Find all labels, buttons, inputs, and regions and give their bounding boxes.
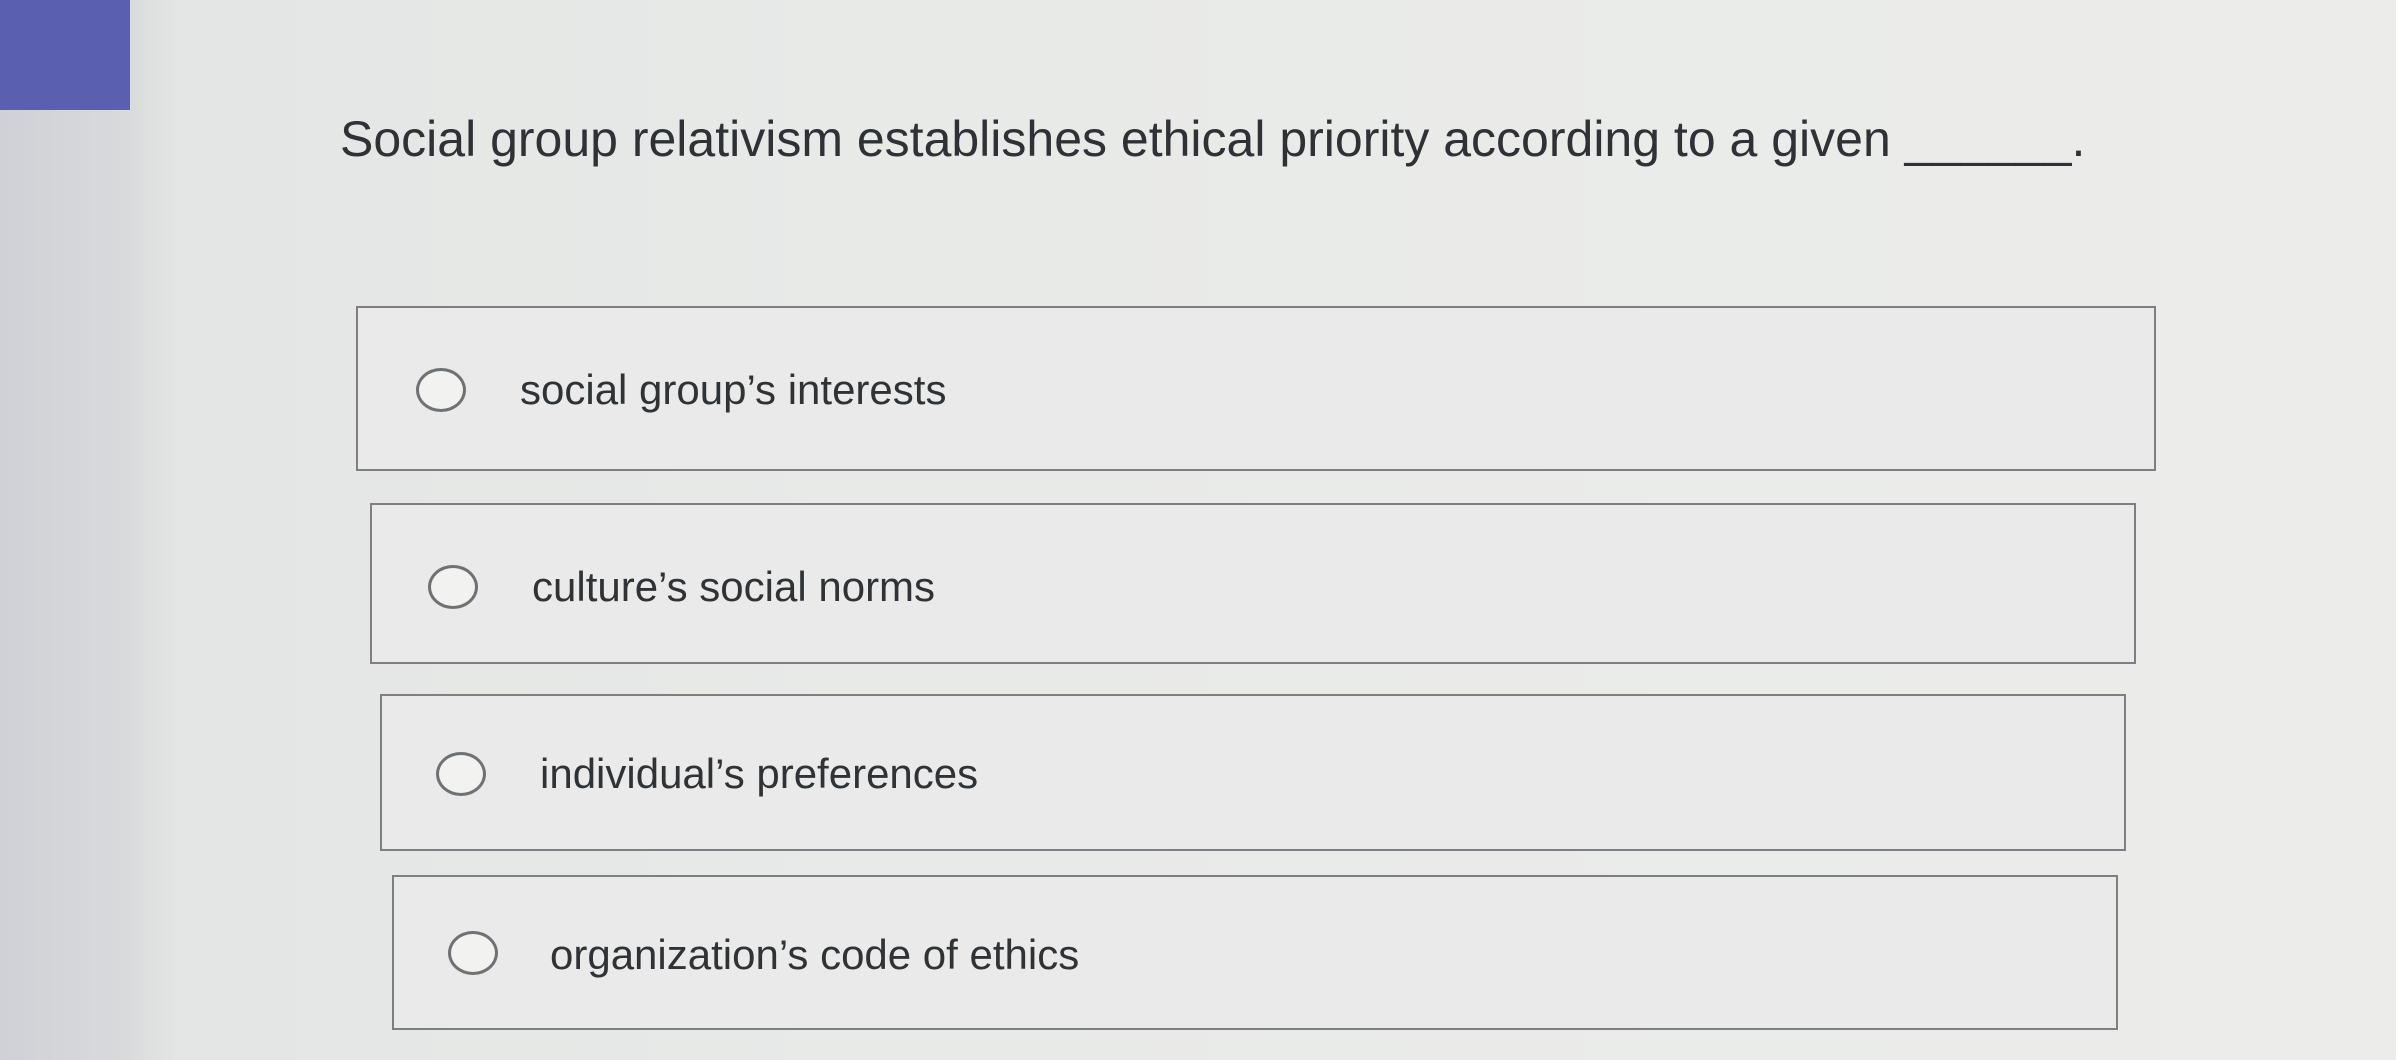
- radio-button-icon[interactable]: [416, 368, 466, 412]
- answer-option-label: organization’s code of ethics: [550, 931, 1080, 978]
- answer-option-label: social group’s interests: [520, 366, 947, 413]
- answer-option-label: culture’s social norms: [532, 563, 936, 610]
- left-sidebar-strip: [0, 0, 140, 1060]
- question-text: Social group relativism establishes ethi…: [340, 111, 2086, 167]
- radio-button-icon[interactable]: [428, 565, 478, 609]
- answer-option-4[interactable]: organization’s code of ethics: [392, 875, 2118, 1030]
- accent-tab[interactable]: [0, 0, 130, 110]
- quiz-screen: Social group relativism establishes ethi…: [0, 0, 2396, 1060]
- answer-option-2[interactable]: culture’s social norms: [370, 503, 2136, 664]
- answer-option-label: individual’s preferences: [540, 750, 979, 797]
- answer-option-1[interactable]: social group’s interests: [356, 306, 2156, 471]
- radio-button-icon[interactable]: [448, 931, 498, 975]
- radio-button-icon[interactable]: [436, 752, 486, 796]
- answer-option-3[interactable]: individual’s preferences: [380, 694, 2126, 851]
